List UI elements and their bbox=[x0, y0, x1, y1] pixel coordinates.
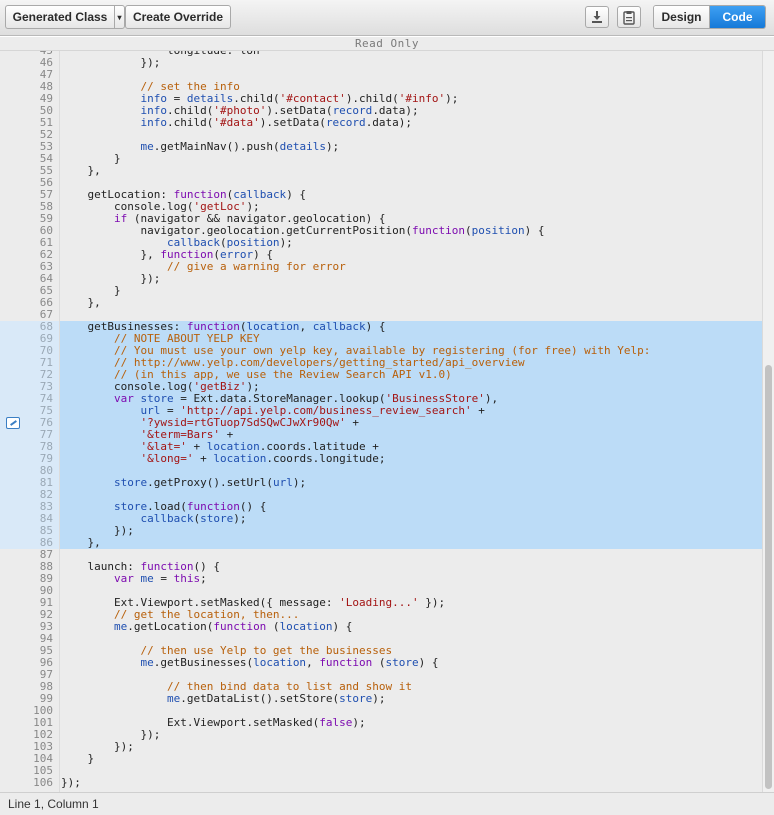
code-editor[interactable]: 45 longitude: lon46 });4748 // set the i… bbox=[0, 51, 762, 792]
line-code: }, bbox=[61, 164, 101, 177]
code-line[interactable]: 96 me.getBusinesses(location, function (… bbox=[0, 657, 762, 669]
line-code: }); bbox=[61, 776, 81, 789]
code-line[interactable]: 65 } bbox=[0, 285, 762, 297]
code-line[interactable]: 51 info.child('#data').setData(record.da… bbox=[0, 117, 762, 129]
code-line[interactable]: 105 bbox=[0, 765, 762, 777]
code-line[interactable]: 79 '&long=' + location.coords.longitude; bbox=[0, 453, 762, 465]
line-code: me.getLocation(function (location) { bbox=[113, 620, 353, 633]
code-line[interactable]: 55 }, bbox=[0, 165, 762, 177]
code-line[interactable]: 66 }, bbox=[0, 297, 762, 309]
export-button[interactable] bbox=[585, 6, 609, 28]
code-line[interactable]: 106}); bbox=[0, 777, 762, 789]
code-line[interactable]: 104 } bbox=[0, 753, 762, 765]
code-line[interactable]: 46 }); bbox=[0, 57, 762, 69]
line-highlight bbox=[60, 525, 762, 537]
line-code: '&long=' + location.coords.longitude; bbox=[140, 452, 386, 465]
generated-class-button[interactable]: Generated Class bbox=[5, 5, 114, 29]
scrollbar-thumb[interactable] bbox=[765, 365, 772, 789]
code-line[interactable]: 85 }); bbox=[0, 525, 762, 537]
clipboard-button[interactable] bbox=[617, 6, 641, 28]
download-tray-icon bbox=[592, 11, 602, 23]
line-code: } bbox=[61, 752, 95, 765]
line-code: me.getDataList().setStore(store); bbox=[166, 692, 386, 705]
line-number: 106 bbox=[33, 776, 53, 789]
toolbar: Generated Class ▾ Create Override Design… bbox=[0, 0, 774, 36]
view-mode-toggle: Design Code bbox=[653, 5, 766, 29]
create-override-button[interactable]: Create Override bbox=[125, 5, 231, 29]
line-highlight bbox=[60, 537, 762, 549]
edit-marker-icon[interactable] bbox=[6, 417, 20, 429]
generated-class-dropdown-button[interactable]: ▾ bbox=[114, 5, 125, 29]
code-line[interactable]: 86 }, bbox=[0, 537, 762, 549]
line-code: me.getBusinesses(location, function (sto… bbox=[140, 656, 439, 669]
chevron-down-icon: ▾ bbox=[117, 12, 122, 22]
line-code: var me = this; bbox=[113, 572, 207, 585]
code-tab[interactable]: Code bbox=[710, 6, 765, 28]
line-code: }, bbox=[61, 296, 101, 309]
cursor-position: Line 1, Column 1 bbox=[8, 797, 99, 811]
line-code: store.getProxy().setUrl(url); bbox=[113, 476, 307, 489]
code-line[interactable]: 54 } bbox=[0, 153, 762, 165]
line-code: }); bbox=[61, 56, 161, 69]
read-only-banner: Read Only bbox=[0, 37, 774, 51]
code-line[interactable]: 89 var me = this; bbox=[0, 573, 762, 585]
status-bar: Line 1, Column 1 bbox=[0, 792, 774, 815]
vertical-scrollbar[interactable] bbox=[762, 51, 774, 792]
code-line[interactable]: 103 }); bbox=[0, 741, 762, 753]
line-code: info.child('#data').setData(record.data)… bbox=[140, 116, 413, 129]
code-line[interactable]: 99 me.getDataList().setStore(store); bbox=[0, 693, 762, 705]
clipboard-icon bbox=[623, 10, 635, 25]
code-line[interactable]: 81 store.getProxy().setUrl(url); bbox=[0, 477, 762, 489]
code-line[interactable]: 93 me.getLocation(function (location) { bbox=[0, 621, 762, 633]
code-lines: 45 longitude: lon46 });4748 // set the i… bbox=[0, 51, 762, 789]
design-tab[interactable]: Design bbox=[654, 6, 710, 28]
line-code: }, bbox=[61, 536, 101, 549]
